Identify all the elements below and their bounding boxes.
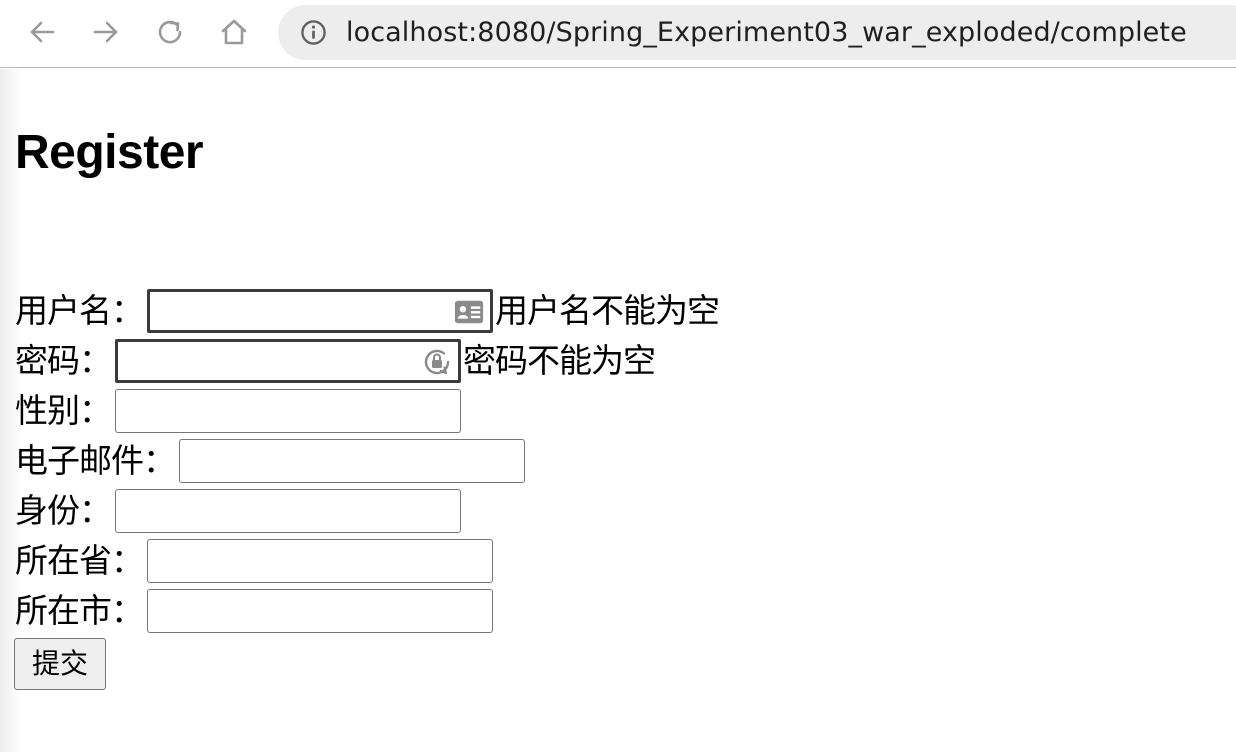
page-title: Register (15, 126, 204, 179)
form-row-gender: 性别： (15, 389, 461, 433)
identity-input[interactable] (115, 489, 461, 533)
city-label: 所在市： (15, 591, 144, 630)
page-content: Register 用户名： 用户名不能为空 密码： 密码不能为空 性别： 电子邮… (0, 69, 1236, 752)
gender-input[interactable] (115, 389, 461, 433)
browser-toolbar: localhost:8080/Spring_Experiment03_war_e… (0, 0, 1236, 68)
gender-label: 性别： (15, 391, 112, 430)
identity-label: 身份： (15, 491, 112, 530)
form-row-email: 电子邮件： (15, 439, 525, 483)
url-text[interactable]: localhost:8080/Spring_Experiment03_war_e… (346, 5, 1187, 60)
address-bar[interactable]: localhost:8080/Spring_Experiment03_war_e… (278, 5, 1236, 60)
email-input[interactable] (179, 439, 525, 483)
form-row-city: 所在市： (15, 589, 493, 633)
back-button[interactable] (24, 14, 60, 50)
password-label: 密码： (15, 341, 112, 380)
province-label: 所在省： (15, 541, 144, 580)
submit-button[interactable]: 提交 (14, 638, 106, 690)
home-icon (221, 19, 247, 45)
form-row-username: 用户名： 用户名不能为空 (15, 289, 720, 333)
reload-button[interactable] (152, 14, 188, 50)
email-label: 电子邮件： (15, 441, 176, 480)
reload-icon (158, 20, 182, 44)
forward-button[interactable] (88, 14, 124, 50)
password-input[interactable] (115, 339, 461, 383)
username-error: 用户名不能为空 (495, 291, 720, 330)
form-row-password: 密码： 密码不能为空 (15, 339, 656, 383)
contact-card-icon[interactable] (454, 299, 484, 325)
province-input[interactable] (147, 539, 493, 583)
arrow-right-icon (93, 21, 118, 43)
home-button[interactable] (216, 14, 252, 50)
city-input[interactable] (147, 589, 493, 633)
password-lock-icon[interactable] (422, 347, 452, 377)
username-label: 用户名： (15, 291, 144, 330)
form-row-identity: 身份： (15, 489, 461, 533)
password-error: 密码不能为空 (463, 341, 656, 380)
username-input[interactable] (147, 289, 493, 333)
arrow-left-icon (30, 21, 55, 43)
info-icon[interactable] (300, 19, 327, 46)
form-row-province: 所在省： (15, 539, 493, 583)
